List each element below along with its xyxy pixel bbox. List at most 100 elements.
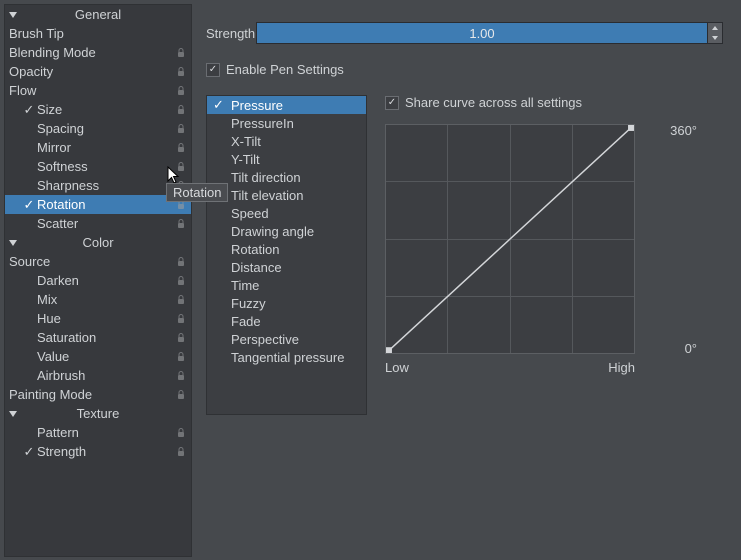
sidebar-item-label: Darken [37, 273, 79, 288]
sidebar-item-label: Hue [37, 311, 61, 326]
sidebar-item-label: Mirror [37, 140, 71, 155]
sidebar-item-brush-tip[interactable]: Brush Tip [5, 24, 191, 43]
sidebar-item-airbrush[interactable]: Airbrush [5, 366, 191, 385]
sidebar-item-strength[interactable]: ✓Strength [5, 442, 191, 461]
curve-area: ✓ Share curve across all settings Low Hi… [385, 95, 635, 415]
curve-line[interactable] [386, 125, 634, 353]
check-icon: ✓ [23, 444, 35, 460]
sensor-item-pressure[interactable]: ✓Pressure [207, 96, 366, 114]
lock-icon [177, 105, 185, 115]
sensor-item-perspective[interactable]: Perspective [207, 330, 366, 348]
sidebar-item-flow[interactable]: Flow [5, 81, 191, 100]
section-header[interactable]: Color [5, 233, 191, 252]
sensor-label: Pressure [231, 98, 283, 113]
sensor-item-rotation[interactable]: Rotation [207, 240, 366, 258]
sidebar-item-label: Softness [37, 159, 88, 174]
sidebar-item-spacing[interactable]: Spacing [5, 119, 191, 138]
sidebar-item-softness[interactable]: Softness [5, 157, 191, 176]
lock-icon [177, 428, 185, 438]
sensor-item-x-tilt[interactable]: X-Tilt [207, 132, 366, 150]
sidebar-item-hue[interactable]: Hue [5, 309, 191, 328]
section-header[interactable]: Texture [5, 404, 191, 423]
sensor-item-y-tilt[interactable]: Y-Tilt [207, 150, 366, 168]
sidebar-item-value[interactable]: Value [5, 347, 191, 366]
spin-down-button[interactable] [708, 33, 722, 43]
sensor-item-speed[interactable]: Speed [207, 204, 366, 222]
sidebar-item-label: Saturation [37, 330, 96, 345]
sidebar-item-label: Flow [9, 83, 36, 98]
sidebar-item-rotation[interactable]: ✓Rotation [5, 195, 191, 214]
collapse-icon [9, 411, 17, 417]
sidebar-item-mirror[interactable]: Mirror [5, 138, 191, 157]
curve-editor[interactable] [385, 124, 635, 354]
checkbox-icon: ✓ [206, 63, 220, 77]
collapse-icon [9, 240, 17, 246]
sensor-label: Distance [231, 260, 282, 275]
sensor-list[interactable]: ✓PressurePressureInX-TiltY-TiltTilt dire… [206, 95, 367, 415]
sidebar-item-blending-mode[interactable]: Blending Mode [5, 43, 191, 62]
lock-icon [177, 86, 185, 96]
share-curve-checkbox[interactable]: ✓ Share curve across all settings [385, 95, 635, 110]
lock-icon [177, 181, 185, 191]
lock-icon [177, 219, 185, 229]
enable-pen-settings-label: Enable Pen Settings [226, 62, 344, 77]
sensor-item-time[interactable]: Time [207, 276, 366, 294]
sensor-label: Tangential pressure [231, 350, 344, 365]
strength-slider[interactable]: 1.00 [256, 22, 708, 44]
strength-label: Strength: [206, 26, 256, 41]
sidebar-item-size[interactable]: ✓Size [5, 100, 191, 119]
checkbox-icon: ✓ [385, 96, 399, 110]
strength-value: 1.00 [469, 26, 494, 41]
sidebar-item-darken[interactable]: Darken [5, 271, 191, 290]
sidebar-item-saturation[interactable]: Saturation [5, 328, 191, 347]
lock-icon [177, 371, 185, 381]
sensor-item-tilt-elevation[interactable]: Tilt elevation [207, 186, 366, 204]
sidebar-item-scatter[interactable]: Scatter [5, 214, 191, 233]
sidebar-item-label: Rotation [37, 197, 85, 212]
sidebar-item-mix[interactable]: Mix [5, 290, 191, 309]
sidebar-item-label: Pattern [37, 425, 79, 440]
y-axis-min: 0° [647, 341, 697, 356]
lock-icon [177, 447, 185, 457]
sidebar-item-label: Scatter [37, 216, 78, 231]
sidebar-item-label: Spacing [37, 121, 84, 136]
sensor-item-tangential-pressure[interactable]: Tangential pressure [207, 348, 366, 366]
sidebar-item-pattern[interactable]: Pattern [5, 423, 191, 442]
sidebar-item-sharpness[interactable]: Sharpness [5, 176, 191, 195]
sidebar-item-painting-mode[interactable]: Painting Mode [5, 385, 191, 404]
sensor-item-fuzzy[interactable]: Fuzzy [207, 294, 366, 312]
spin-up-button[interactable] [708, 23, 722, 33]
sensor-label: Rotation [231, 242, 279, 257]
sidebar-item-label: Value [37, 349, 69, 364]
sensor-label: Time [231, 278, 259, 293]
strength-spinner[interactable] [707, 22, 723, 44]
sidebar-item-label: Source [9, 254, 50, 269]
sensor-item-distance[interactable]: Distance [207, 258, 366, 276]
sidebar-item-source[interactable]: Source [5, 252, 191, 271]
sensor-item-tilt-direction[interactable]: Tilt direction [207, 168, 366, 186]
section-header[interactable]: General [5, 5, 191, 24]
sidebar-item-label: Mix [37, 292, 57, 307]
enable-pen-settings-checkbox[interactable]: ✓ Enable Pen Settings [206, 62, 723, 77]
sidebar-item-label: Blending Mode [9, 45, 96, 60]
lock-icon [177, 200, 185, 210]
lock-icon [177, 67, 185, 77]
sidebar-item-opacity[interactable]: Opacity [5, 62, 191, 81]
sidebar-item-label: Painting Mode [9, 387, 92, 402]
x-axis-labels: Low High [385, 360, 635, 375]
lock-icon [177, 124, 185, 134]
sensor-item-drawing-angle[interactable]: Drawing angle [207, 222, 366, 240]
sidebar-item-label: Size [37, 102, 62, 117]
x-axis-low: Low [385, 360, 409, 375]
sidebar-item-label: Airbrush [37, 368, 85, 383]
section-title: Color [5, 235, 191, 250]
lock-icon [177, 143, 185, 153]
sidebar-item-label: Opacity [9, 64, 53, 79]
sensor-item-pressurein[interactable]: PressureIn [207, 114, 366, 132]
sensor-item-fade[interactable]: Fade [207, 312, 366, 330]
sidebar-item-label: Brush Tip [9, 26, 64, 41]
lock-icon [177, 257, 185, 267]
pen-settings-content: ✓PressurePressureInX-TiltY-TiltTilt dire… [206, 95, 723, 415]
x-axis-high: High [608, 360, 635, 375]
collapse-icon [9, 12, 17, 18]
